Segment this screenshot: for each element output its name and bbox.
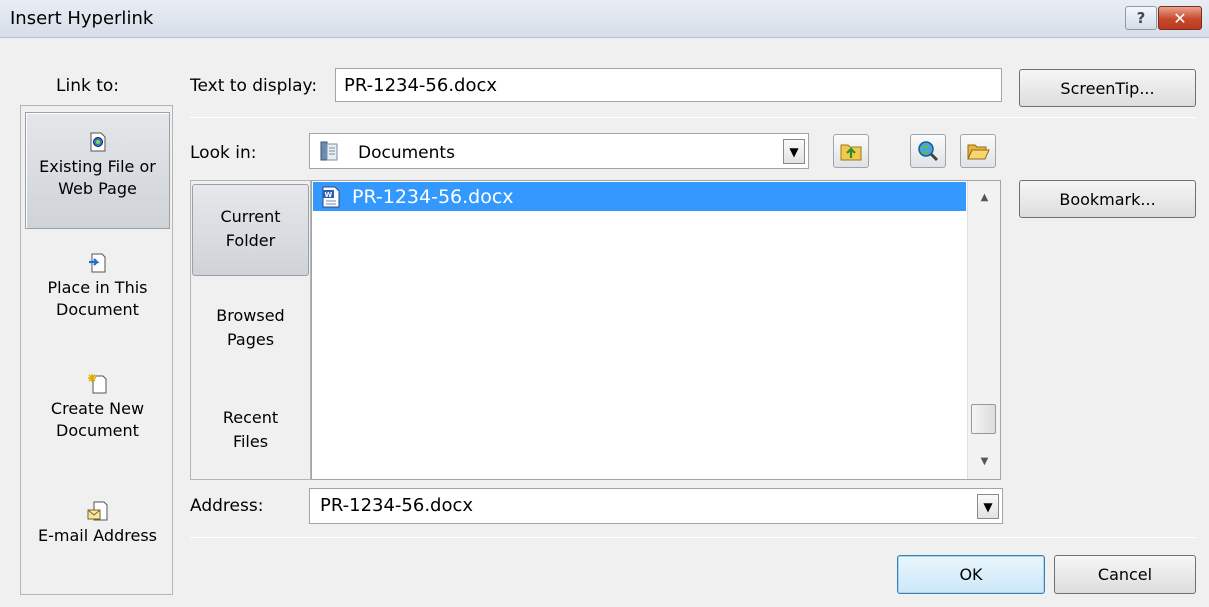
word-document-icon: W	[322, 186, 340, 207]
link-email-address[interactable]: E-mail Address	[25, 500, 170, 562]
open-folder-icon	[967, 144, 990, 160]
documents-library-icon	[320, 141, 338, 161]
tab-label: Recent	[222, 408, 279, 427]
address-input[interactable]: PR-1234-56.docx	[309, 488, 1003, 524]
tab-browsed-pages[interactable]: Browsed Pages	[192, 304, 309, 360]
tab-label: Browsed	[216, 306, 285, 325]
svg-text:W: W	[325, 191, 333, 199]
chevron-down-icon[interactable]: ▼	[783, 139, 805, 164]
chevron-down-icon[interactable]: ▼	[977, 494, 999, 519]
separator	[190, 117, 1196, 118]
link-place-in-this-document[interactable]: Place in This Document	[25, 252, 170, 334]
text-to-display-input[interactable]: PR-1234-56.docx	[335, 68, 1002, 102]
close-button[interactable]: ✕	[1158, 6, 1202, 30]
link-item-label: Existing File or	[39, 157, 156, 176]
browse-web-button[interactable]	[910, 134, 946, 168]
scrollbar-thumb[interactable]	[971, 404, 996, 434]
list-item[interactable]: W PR-1234-56.docx	[313, 182, 966, 211]
browse-web-icon	[918, 141, 939, 162]
look-in-label: Look in:	[190, 143, 257, 163]
link-item-label: Web Page	[58, 179, 137, 198]
vertical-scrollbar[interactable]: ▲ ▼	[967, 181, 1000, 479]
tab-current-folder[interactable]: Current Folder	[192, 184, 309, 276]
tab-label: Current	[220, 207, 281, 226]
link-item-label: Document	[56, 421, 139, 440]
existing-file-icon	[90, 132, 105, 152]
link-to-label: Link to:	[56, 76, 120, 96]
email-address-icon	[87, 501, 107, 521]
scroll-down-icon[interactable]: ▼	[968, 451, 1001, 471]
cancel-button[interactable]: Cancel	[1054, 555, 1196, 594]
tab-recent-files[interactable]: Recent Files	[192, 406, 309, 462]
link-item-label: Place in This	[47, 278, 148, 297]
link-item-label: E-mail Address	[38, 526, 157, 545]
up-folder-icon	[840, 144, 862, 161]
help-button[interactable]: ?	[1125, 6, 1157, 30]
address-label: Address:	[190, 496, 264, 516]
up-one-folder-button[interactable]	[833, 134, 869, 168]
create-new-document-icon	[87, 374, 106, 394]
title-bar: Insert Hyperlink ? ✕	[0, 0, 1209, 38]
place-in-document-icon	[88, 253, 105, 273]
text-to-display-label: Text to display:	[190, 76, 318, 96]
browse-file-button[interactable]	[960, 134, 996, 168]
file-list[interactable]	[311, 180, 1001, 480]
link-create-new-document[interactable]: Create New Document	[25, 373, 170, 455]
separator	[190, 537, 1196, 538]
link-existing-file-or-web-page[interactable]: Existing File or Web Page	[25, 112, 170, 229]
ok-button[interactable]: OK	[897, 555, 1045, 594]
bookmark-button[interactable]: Bookmark...	[1019, 180, 1196, 218]
tab-label: Pages	[226, 330, 275, 349]
screentip-button[interactable]: ScreenTip...	[1019, 69, 1196, 107]
tab-label: Folder	[225, 231, 276, 250]
tab-label: Files	[232, 432, 269, 451]
scroll-up-icon[interactable]: ▲	[968, 187, 1001, 207]
link-item-label: Create New	[50, 399, 145, 418]
dialog-title: Insert Hyperlink	[10, 8, 154, 29]
look-in-value: Documents	[358, 143, 455, 163]
file-name: PR-1234-56.docx	[352, 185, 514, 208]
link-item-label: Document	[56, 300, 139, 319]
